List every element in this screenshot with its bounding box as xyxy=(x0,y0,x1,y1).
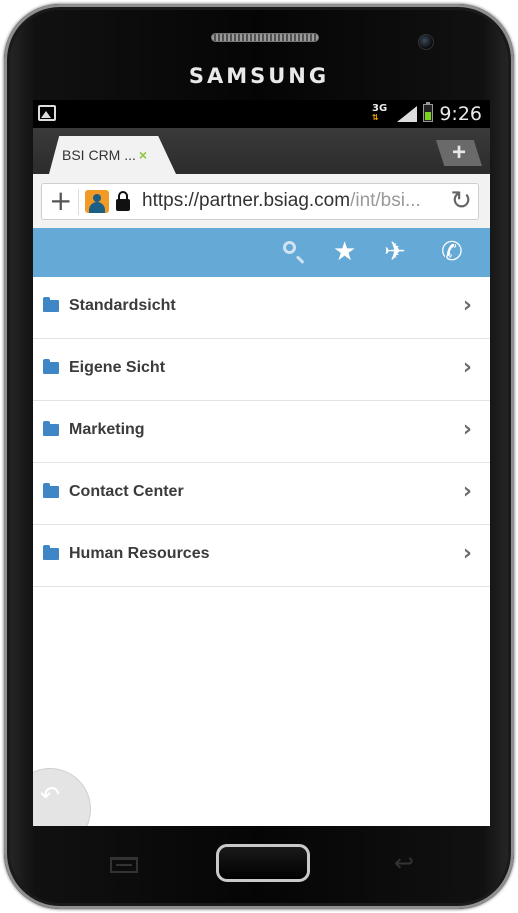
airplane-icon[interactable]: ✈ xyxy=(384,239,406,265)
lock-icon xyxy=(116,191,130,211)
reload-icon[interactable]: ↻ xyxy=(450,185,472,218)
phone-icon[interactable]: ✆ xyxy=(441,239,463,265)
home-button[interactable] xyxy=(216,844,310,882)
menu-key-icon[interactable] xyxy=(110,857,138,873)
network-indicator: 3G ⇅ xyxy=(372,103,388,122)
folder-icon xyxy=(43,297,59,312)
address-bar-area: + https://partner.bsiag.com/int/bsi... ↻ xyxy=(33,174,490,228)
folder-icon xyxy=(43,545,59,560)
browser-tab-bar: BSI CRM ... × + xyxy=(33,128,490,174)
chevron-right-icon: › xyxy=(462,417,472,442)
battery-icon xyxy=(423,102,433,122)
status-time: 9:26 xyxy=(439,103,482,125)
list-item-label: Standardsicht xyxy=(69,297,176,314)
list-item[interactable]: Contact Center › xyxy=(33,463,490,525)
url-text[interactable]: https://partner.bsiag.com/int/bsi... xyxy=(142,190,447,212)
signal-icon xyxy=(397,106,417,122)
chevron-right-icon: › xyxy=(462,479,472,504)
divider xyxy=(78,189,79,215)
list-item-label: Marketing xyxy=(69,421,145,438)
menu-list: Standardsicht › Eigene Sicht › Marketing… xyxy=(33,277,490,587)
search-icon[interactable] xyxy=(283,241,296,254)
front-camera xyxy=(418,34,434,50)
earpiece-speaker xyxy=(211,33,319,42)
back-arrow-icon: ↶ xyxy=(40,781,61,809)
chevron-right-icon: › xyxy=(462,541,472,566)
star-icon[interactable]: ★ xyxy=(333,239,356,265)
list-item-label: Eigene Sicht xyxy=(69,359,166,376)
tab-title: BSI CRM ... xyxy=(62,147,136,163)
list-item[interactable]: Human Resources › xyxy=(33,525,490,587)
phone-screen: 3G ⇅ 9:26 BSI CRM ... × + + https://partne… xyxy=(33,100,490,826)
list-item-label: Contact Center xyxy=(69,483,184,500)
folder-icon xyxy=(43,421,59,436)
address-bar[interactable]: + https://partner.bsiag.com/int/bsi... ↻ xyxy=(41,183,479,220)
status-bar: 3G ⇅ 9:26 xyxy=(33,100,490,128)
new-tab-button[interactable]: + xyxy=(436,140,482,166)
browser-tab[interactable]: BSI CRM ... × xyxy=(49,136,176,174)
app-toolbar: ★ ✈ ✆ xyxy=(33,228,490,277)
list-item[interactable]: Eigene Sicht › xyxy=(33,339,490,401)
tab-close-icon[interactable]: × xyxy=(139,147,147,163)
page-back-button[interactable]: ↶ xyxy=(33,768,91,826)
chevron-right-icon: › xyxy=(462,355,472,380)
list-item-label: Human Resources xyxy=(69,545,210,562)
add-bookmark-icon[interactable]: + xyxy=(49,186,72,216)
brand-logo: SAMSUNG xyxy=(188,64,330,88)
folder-icon xyxy=(43,359,59,374)
site-favicon-icon xyxy=(85,190,109,213)
folder-icon xyxy=(43,483,59,498)
back-key-icon[interactable]: ↩ xyxy=(394,849,414,877)
gallery-notification-icon xyxy=(38,105,56,121)
list-item[interactable]: Standardsicht › xyxy=(33,277,490,339)
list-item[interactable]: Marketing › xyxy=(33,401,490,463)
chevron-right-icon: › xyxy=(462,293,472,318)
